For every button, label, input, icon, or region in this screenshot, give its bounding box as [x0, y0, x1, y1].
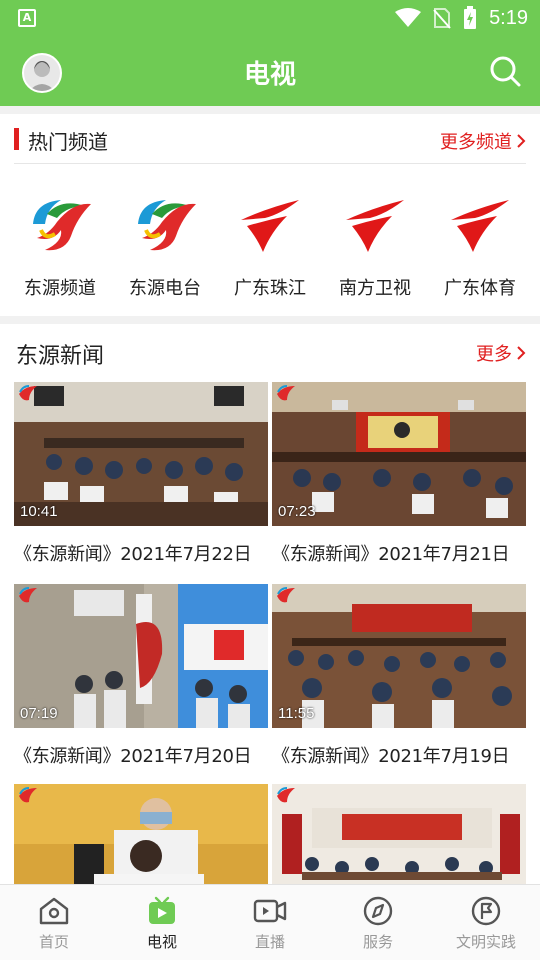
more-news-link[interactable]: 更多: [476, 340, 526, 366]
video-thumbnail: [272, 784, 526, 884]
app-notification-icon: A: [18, 9, 36, 27]
dongyuan-logo-icon: [138, 200, 196, 251]
hot-channels-section: 热门频道 更多频道 东源频道 东源电台 广东珠江 南方卫视 广东体育: [0, 114, 540, 316]
nav-service[interactable]: 服务: [324, 885, 432, 960]
channel-item[interactable]: 广东体育: [430, 194, 530, 300]
channel-name: 东源电台: [129, 278, 201, 299]
channel-name: 南方卫视: [339, 278, 411, 299]
more-channels-link[interactable]: 更多频道: [440, 128, 526, 154]
channel-name: 广东珠江: [234, 278, 306, 299]
video-title: 《东源新闻》2021年7月21日: [272, 544, 510, 565]
section-title: 东源新闻: [16, 344, 105, 369]
video-thumbnail: [14, 784, 268, 884]
video-thumbnail: 07:23: [272, 382, 526, 526]
home-icon: [39, 897, 69, 925]
live-icon: [253, 899, 287, 923]
channel-watermark-icon: [277, 385, 295, 401]
channel-watermark-icon: [277, 787, 295, 803]
video-card[interactable]: 07:23 《东源新闻》2021年7月21日: [272, 382, 526, 566]
wifi-icon: [395, 8, 422, 27]
video-title: 《东源新闻》2021年7月22日: [14, 544, 252, 565]
video-duration: 07:23: [278, 503, 316, 520]
page-title: 电视: [243, 60, 296, 90]
nav-tv[interactable]: 电视: [108, 885, 216, 960]
nav-live[interactable]: 直播: [216, 885, 324, 960]
channel-item[interactable]: 广东珠江: [220, 194, 320, 300]
channel-name: 广东体育: [444, 278, 516, 299]
channel-name: 东源频道: [24, 278, 96, 299]
battery-charging-icon: [464, 6, 477, 29]
section-header: 热门频道 更多频道: [14, 126, 526, 164]
guangdong-tv-logo-icon: [346, 200, 404, 252]
tv-icon: [149, 896, 175, 924]
dongyuan-logo-icon: [33, 200, 91, 251]
video-card[interactable]: 11:55 《东源新闻》2021年7月19日: [272, 584, 526, 768]
channel-watermark-icon: [19, 587, 37, 603]
video-duration: 11:55: [278, 705, 315, 722]
chevron-right-icon: [517, 134, 526, 148]
video-card[interactable]: 07:19 《东源新闻》2021年7月20日: [14, 584, 268, 768]
channel-item[interactable]: 东源电台: [115, 194, 215, 300]
chevron-right-icon: [517, 346, 526, 360]
flag-icon: [471, 896, 501, 926]
nav-label: 文明实践: [455, 933, 516, 951]
section-title: 热门频道: [28, 130, 108, 154]
video-duration: 07:19: [20, 705, 58, 722]
guangdong-tv-logo-icon: [451, 200, 509, 252]
nav-civilization-practice[interactable]: 文明实践: [432, 885, 540, 960]
guangdong-tv-logo-icon: [241, 200, 299, 252]
clock: 5:19: [489, 6, 528, 29]
video-card[interactable]: [14, 784, 268, 884]
dongyuan-news-section: 东源新闻 更多 10:41 《东源新闻》2021年7月22日 07:23 《东源…: [0, 324, 540, 884]
nav-label: 直播: [254, 933, 285, 951]
channel-watermark-icon: [19, 385, 37, 401]
video-thumbnail: 11:55: [272, 584, 526, 728]
channel-watermark-icon: [19, 787, 37, 803]
video-thumbnail: 10:41: [14, 382, 268, 526]
more-label: 更多: [476, 344, 512, 365]
section-marker: [14, 128, 19, 150]
status-bar: A 5:19: [0, 0, 540, 36]
channel-item[interactable]: 南方卫视: [325, 194, 425, 300]
channel-watermark-icon: [277, 587, 295, 603]
video-title: 《东源新闻》2021年7月20日: [14, 746, 252, 767]
video-card[interactable]: 10:41 《东源新闻》2021年7月22日: [14, 382, 268, 566]
nav-label: 服务: [362, 933, 393, 951]
video-card[interactable]: [272, 784, 526, 884]
bottom-nav: 首页 电视 直播 服务 文明实践: [0, 884, 540, 960]
more-channels-label: 更多频道: [440, 132, 512, 153]
nav-label: 首页: [38, 933, 69, 951]
compass-icon: [363, 896, 393, 926]
nav-home[interactable]: 首页: [0, 885, 108, 960]
no-sim-icon: [433, 8, 451, 29]
video-thumbnail: 07:19: [14, 584, 268, 728]
video-duration: 10:41: [20, 503, 58, 520]
video-title: 《东源新闻》2021年7月19日: [272, 746, 510, 767]
top-app-bar: 电视: [0, 36, 540, 106]
nav-label: 电视: [146, 933, 177, 951]
search-icon[interactable]: [488, 54, 522, 88]
channel-item[interactable]: 东源频道: [10, 194, 110, 300]
